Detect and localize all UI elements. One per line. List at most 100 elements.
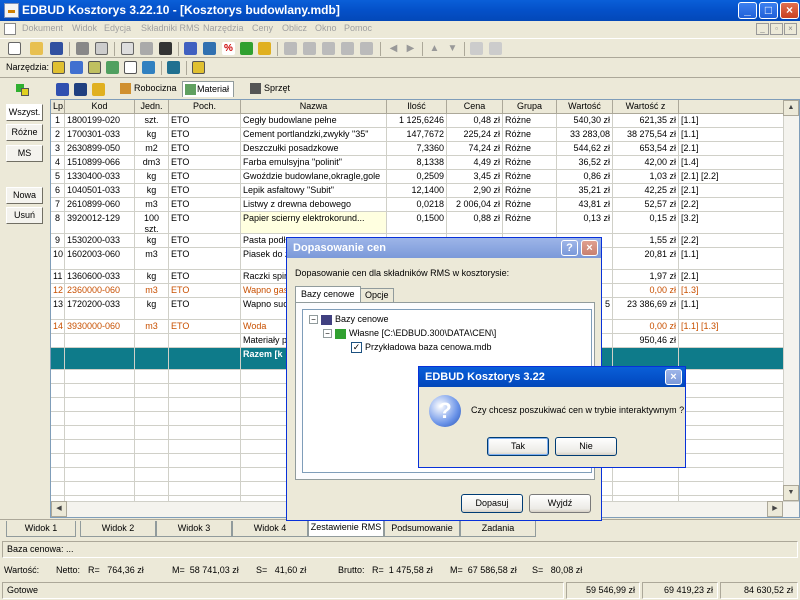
help-button[interactable]: ? [561,240,578,256]
minimize-button[interactable]: _ [738,2,757,19]
find-icon[interactable] [159,42,172,55]
tool-icon-5[interactable] [124,61,137,74]
disabled-tool-icon[interactable] [303,42,316,55]
table-cell[interactable]: 0,13 zł [557,212,613,234]
table-cell[interactable]: [1.1] [679,248,785,270]
table-cell[interactable]: ETO [169,270,241,284]
calculator-icon[interactable] [184,42,197,55]
collapse-icon[interactable]: − [323,329,332,339]
table-cell[interactable]: kg [135,128,169,142]
column-header[interactable]: Cena [447,100,503,114]
table-cell[interactable]: Cement portlandzki,zwykły "35" [241,128,387,142]
table-cell[interactable]: 35,21 zł [557,184,613,198]
table-cell[interactable]: 1700301-033 [65,128,135,142]
table-cell[interactable]: Różne [503,142,557,156]
table-cell[interactable]: Farba emulsyjna "polinit" [241,156,387,170]
column-header[interactable]: Wartość [557,100,613,114]
table-row[interactable]: 5 1330400-033 kg ETO Gwoździe budowlane,okra… [51,170,799,184]
grid-vertical-scrollbar[interactable]: ▲ ▼ [783,100,799,517]
table-cell[interactable]: 1800199-020 [65,114,135,128]
table-cell[interactable]: 2610899-060 [65,198,135,212]
table-cell[interactable] [679,426,785,440]
list-view-icon[interactable] [56,83,69,96]
table-cell[interactable]: Deszczułki posadzkowe [241,142,387,156]
table-cell[interactable]: Różne [503,114,557,128]
table-cell[interactable]: 225,24 zł [447,128,503,142]
table-cell[interactable]: Cegły budowlane pełne [241,114,387,128]
tool-icon-4[interactable] [106,61,119,74]
table-cell[interactable] [169,454,241,468]
column-header[interactable]: Nazwa [241,100,387,114]
table-cell[interactable]: Różne [503,198,557,212]
table-cell[interactable]: 3920012-129 [65,212,135,234]
table-cell[interactable]: [1.4] [679,156,785,170]
table-cell[interactable] [169,440,241,454]
tab-widok-4[interactable]: Widok 4 [232,521,308,537]
table-cell[interactable]: 10 [51,248,65,270]
colors-icon[interactable] [16,84,30,96]
table-cell[interactable]: ETO [169,212,241,234]
table-cell[interactable]: m3 [135,248,169,270]
table-cell[interactable]: 1,03 zł [613,170,679,184]
table-cell[interactable]: dm3 [135,156,169,170]
table-cell[interactable]: 100 szt. [135,212,169,234]
table-cell[interactable] [679,370,785,384]
table-cell[interactable] [169,334,241,348]
table-cell[interactable]: 2 [51,128,65,142]
table-cell[interactable]: m3 [135,320,169,334]
dialog-title[interactable]: Dopasowanie cen [287,238,601,258]
copy-icon[interactable] [121,42,134,55]
table-cell[interactable] [135,426,169,440]
table-cell[interactable] [51,370,65,384]
scroll-up-icon[interactable]: ▲ [783,100,799,116]
tool-icon-8[interactable] [192,61,205,74]
table-cell[interactable] [65,482,135,496]
disabled-tool-icon[interactable] [284,42,297,55]
table-cell[interactable]: 1530200-033 [65,234,135,248]
column-header[interactable]: Kod [65,100,135,114]
table-cell[interactable]: 540,30 zł [557,114,613,128]
table-cell[interactable] [65,426,135,440]
table-cell[interactable]: 2360000-060 [65,284,135,298]
table-cell[interactable]: 43,81 zł [557,198,613,212]
open-icon[interactable] [30,42,43,55]
tab-opcje[interactable]: Opcje [360,288,394,302]
disabled-tool-icon[interactable] [341,42,354,55]
column-header[interactable]: Wartość z [613,100,679,114]
table-cell[interactable]: 1040501-033 [65,184,135,198]
table-cell[interactable]: 0,00 zł [613,320,679,334]
table-cell[interactable]: [2.2] [679,234,785,248]
table-cell[interactable] [51,440,65,454]
print-preview-icon[interactable] [95,42,108,55]
table-cell[interactable] [135,412,169,426]
table-cell[interactable]: ETO [169,114,241,128]
table-cell[interactable]: [2.1] [679,270,785,284]
table-cell[interactable] [135,468,169,482]
table-cell[interactable]: 1510899-066 [65,156,135,170]
table-cell[interactable]: 7 [51,198,65,212]
table-cell[interactable] [679,398,785,412]
table-cell[interactable]: 544,62 zł [557,142,613,156]
dialog-title[interactable]: EDBUD Kosztorys 3.22 [419,367,685,387]
table-cell[interactable]: m3 [135,284,169,298]
table-cell[interactable]: Gwoździe budowlane,okragle,gole [241,170,387,184]
table-cell[interactable]: 7,3360 [387,142,447,156]
table-cell[interactable]: 8,1338 [387,156,447,170]
table-cell[interactable] [51,384,65,398]
table-cell[interactable]: 11 [51,270,65,284]
tool-icon-1[interactable] [52,61,65,74]
table-cell[interactable] [679,412,785,426]
table-cell[interactable]: 0,00 zł [613,284,679,298]
table-icon[interactable] [203,42,216,55]
table-cell[interactable]: Różne [503,128,557,142]
mdi-restore-button[interactable]: ▫ [770,23,783,35]
print-icon[interactable] [76,42,89,55]
table-cell[interactable] [51,334,65,348]
tool-icon-6[interactable] [142,61,155,74]
scroll-left-icon[interactable]: ◀ [51,501,67,517]
scroll-down-icon[interactable]: ▼ [783,485,799,501]
table-cell[interactable]: [3.2] [679,212,785,234]
new-group-button[interactable]: Nowa [6,187,43,204]
search-icon[interactable] [92,83,105,96]
table-cell[interactable]: 0,1500 [387,212,447,234]
